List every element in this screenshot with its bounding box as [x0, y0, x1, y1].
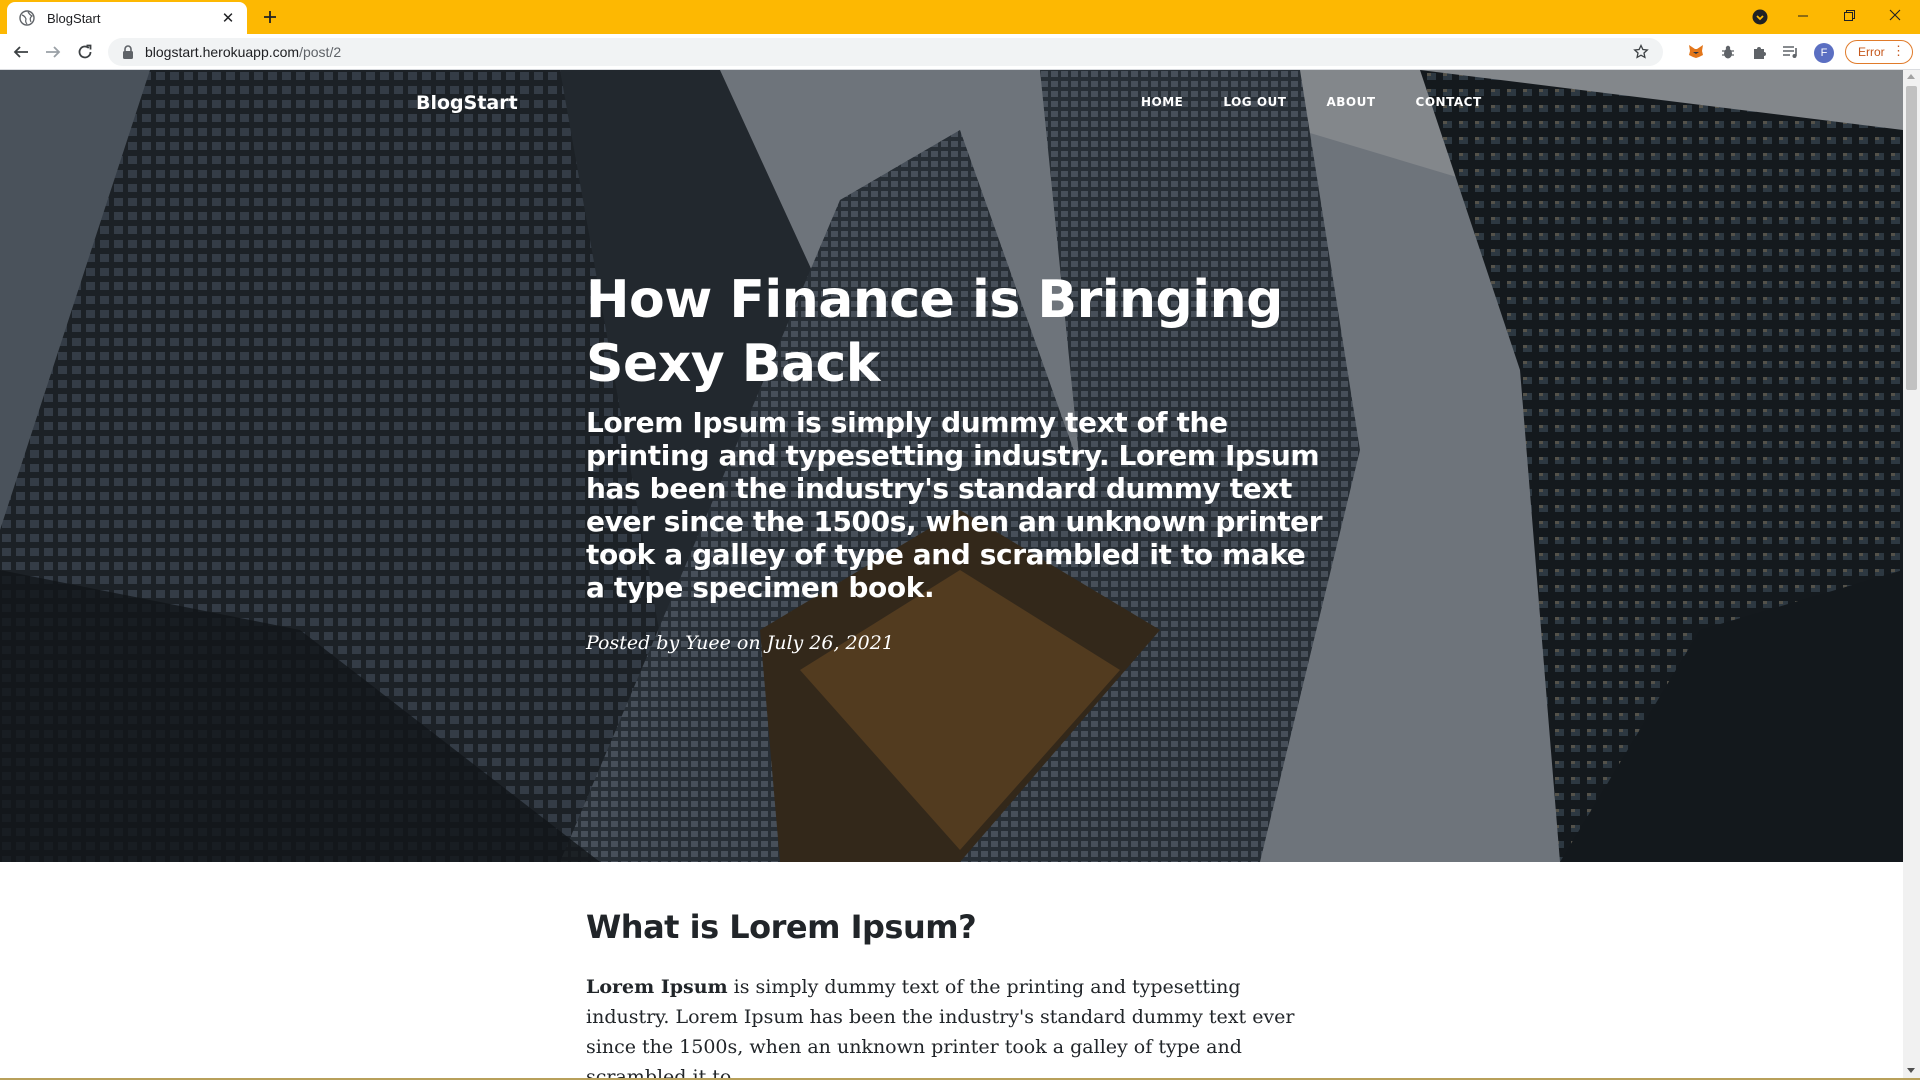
url-host: blogstart.herokuapp.com [145, 44, 300, 60]
page-viewport: BlogStart HOME LOG OUT ABOUT CONTACT How… [0, 70, 1903, 1078]
tab-title: BlogStart [47, 10, 101, 26]
scroll-thumb[interactable] [1906, 86, 1917, 390]
tab-search-icon[interactable] [1751, 8, 1769, 26]
post-title: How Finance is Bringing Sexy Back [586, 270, 1283, 394]
site-navbar: BlogStart HOME LOG OUT ABOUT CONTACT [0, 70, 1903, 134]
page-scrollbar[interactable] [1903, 70, 1920, 1078]
nav-link-about[interactable]: ABOUT [1326, 95, 1375, 109]
url-text: blogstart.herokuapp.com/post/2 [145, 44, 341, 60]
para-bold-term: Lorem Ipsum [586, 976, 728, 998]
reload-icon[interactable] [71, 38, 99, 66]
back-arrow-icon[interactable] [7, 38, 35, 66]
extensions-puzzle-icon[interactable] [1750, 42, 1770, 62]
nav-link-contact[interactable]: CONTACT [1416, 95, 1482, 109]
site-brand[interactable]: BlogStart [416, 92, 518, 114]
browser-toolbar: blogstart.herokuapp.com/post/2 F Error ⋮ [0, 34, 1920, 70]
post-heading: How Finance is Bringing Sexy Back Lorem … [586, 268, 1326, 654]
profile-avatar[interactable]: F [1814, 43, 1834, 63]
nav-link-home[interactable]: HOME [1141, 95, 1183, 109]
bookmark-star-icon[interactable] [1633, 44, 1649, 60]
more-vert-icon: ⋮ [1892, 43, 1905, 58]
post-header: BlogStart HOME LOG OUT ABOUT CONTACT How… [0, 70, 1903, 862]
metamask-fox-icon[interactable] [1686, 42, 1706, 62]
section-heading: What is Lorem Ipsum? [586, 908, 977, 946]
bug-extension-icon[interactable] [1718, 42, 1738, 62]
media-queue-icon[interactable] [1781, 42, 1801, 62]
url-path: /post/2 [299, 44, 342, 60]
nav-links: HOME LOG OUT ABOUT CONTACT [1141, 95, 1522, 109]
post-subtitle: Lorem Ipsum is simply dummy text of the … [586, 406, 1323, 604]
globe-icon [19, 10, 35, 26]
lock-icon [123, 45, 133, 59]
forward-arrow-icon[interactable] [39, 38, 67, 66]
update-error-button[interactable]: Error ⋮ [1845, 40, 1913, 64]
nav-link-logout[interactable]: LOG OUT [1223, 95, 1286, 109]
body-paragraph: Lorem Ipsum is simply dummy text of the … [586, 972, 1306, 1078]
scroll-down-arrow-icon[interactable] [1907, 1068, 1915, 1073]
post-body: What is Lorem Ipsum? Lorem Ipsum is simp… [586, 908, 1306, 1078]
tab-close-icon[interactable]: ✕ [219, 9, 237, 27]
browser-titlebar: BlogStart ✕ [0, 0, 1920, 34]
new-tab-plus-icon[interactable] [258, 5, 282, 29]
browser-tab[interactable]: BlogStart ✕ [7, 2, 247, 34]
close-window-icon[interactable] [1872, 0, 1918, 30]
minimize-icon[interactable] [1780, 0, 1826, 30]
post-meta: Posted by Yuee on July 26, 2021 [586, 632, 894, 654]
address-bar[interactable]: blogstart.herokuapp.com/post/2 [108, 38, 1663, 66]
restore-icon[interactable] [1826, 0, 1872, 30]
scroll-up-arrow-icon[interactable] [1907, 74, 1915, 79]
error-label: Error [1858, 45, 1885, 59]
